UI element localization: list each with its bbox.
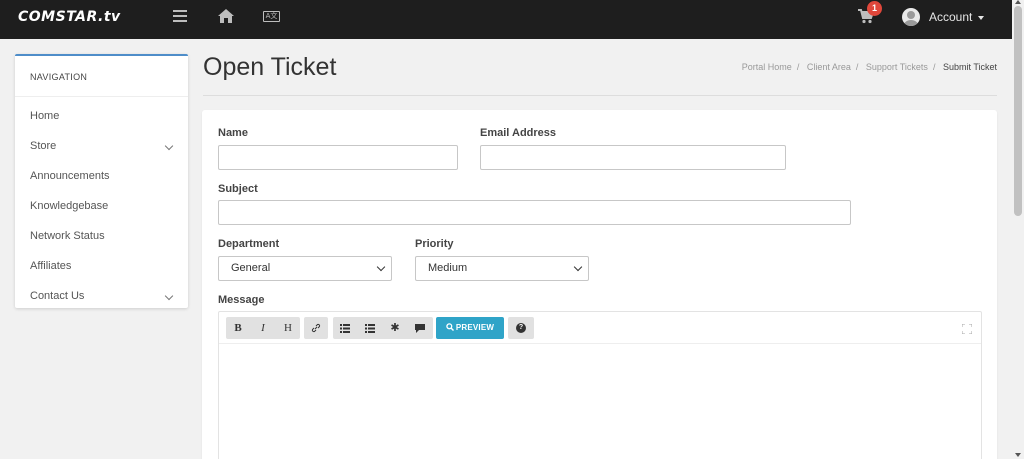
breadcrumb-submit-ticket: Submit Ticket xyxy=(942,62,997,72)
priority-select[interactable]: Medium xyxy=(415,256,589,281)
priority-label: Priority xyxy=(415,238,454,250)
sidebar-item-announcements[interactable]: Announcements xyxy=(15,161,188,191)
quote-button[interactable] xyxy=(408,317,432,339)
sidebar-item-label: Network Status xyxy=(30,230,105,242)
code-button[interactable]: ✱ xyxy=(383,317,407,339)
priority-value: Medium xyxy=(428,262,468,274)
sidebar-title: NAVIGATION xyxy=(15,56,188,97)
sidebar-item-label: Announcements xyxy=(30,170,110,182)
email-input[interactable] xyxy=(480,145,786,170)
preview-label: PREVIEW xyxy=(455,323,495,332)
link-button-group xyxy=(304,317,328,339)
link-icon xyxy=(311,323,321,333)
scroll-up-arrow-icon[interactable] xyxy=(1015,0,1021,4)
top-navbar: COMSTAR.tv A文 1 Account xyxy=(0,0,1024,39)
italic-button[interactable]: I xyxy=(251,317,275,339)
subject-input[interactable] xyxy=(218,200,851,225)
sidebar-item-label: Home xyxy=(30,110,60,122)
department-value: General xyxy=(231,262,271,274)
preview-button[interactable]: PREVIEW xyxy=(436,317,504,339)
link-button[interactable] xyxy=(304,317,328,339)
sidebar-item-affiliates[interactable]: Affiliates xyxy=(15,251,188,281)
sidebar-item-store[interactable]: Store xyxy=(15,131,188,161)
sidebar-item-label: Knowledgebase xyxy=(30,200,109,212)
page-scrollbar[interactable] xyxy=(1012,0,1024,459)
page-title: Open Ticket xyxy=(203,53,337,81)
ordered-list-button[interactable] xyxy=(358,317,382,339)
editor-toolbar: B I H ✱ PREVIEW ? xyxy=(219,312,981,344)
breadcrumb-support-tickets[interactable]: Support Tickets xyxy=(866,62,928,72)
message-label: Message xyxy=(218,294,265,306)
chevron-down-icon xyxy=(573,262,583,272)
sidebar-item-label: Store xyxy=(30,140,57,152)
subject-label: Subject xyxy=(218,183,258,195)
unordered-list-button[interactable] xyxy=(333,317,357,339)
breadcrumb-portal-home[interactable]: Portal Home xyxy=(742,62,792,72)
question-circle-icon: ? xyxy=(516,323,526,333)
sidebar-navigation: NAVIGATION Home Store Announcements Know… xyxy=(15,54,188,308)
sidebar-item-label: Affiliates xyxy=(30,260,72,272)
fullscreen-icon[interactable] xyxy=(961,321,973,335)
chevron-down-icon xyxy=(164,141,174,151)
department-label: Department xyxy=(218,238,280,250)
chevron-down-icon xyxy=(164,291,174,301)
list-ul-icon xyxy=(340,324,350,333)
department-select[interactable]: General xyxy=(218,256,392,281)
account-label: Account xyxy=(929,10,973,24)
title-divider xyxy=(203,95,997,96)
menu-icon[interactable] xyxy=(173,10,187,24)
list-ol-icon xyxy=(365,324,375,333)
scrollbar-thumb[interactable] xyxy=(1014,6,1022,216)
message-editor[interactable]: B I H ✱ PREVIEW ? xyxy=(218,311,982,459)
breadcrumb-client-area[interactable]: Client Area xyxy=(807,62,851,72)
sidebar-item-label: Contact Us xyxy=(30,290,85,302)
bold-button[interactable]: B xyxy=(226,317,250,339)
avatar-icon[interactable] xyxy=(902,8,920,26)
comment-icon xyxy=(415,324,425,333)
logo[interactable]: COMSTAR.tv xyxy=(18,9,121,25)
cart-count-badge: 1 xyxy=(867,1,882,16)
name-label: Name xyxy=(218,127,248,139)
email-label: Email Address xyxy=(480,127,557,139)
asterisk-icon: ✱ xyxy=(390,322,400,334)
sidebar-item-network-status[interactable]: Network Status xyxy=(15,221,188,251)
search-icon xyxy=(446,323,454,331)
sidebar-item-contact-us[interactable]: Contact Us xyxy=(15,281,188,311)
home-icon[interactable] xyxy=(217,8,235,24)
editor-text-area[interactable] xyxy=(219,345,981,459)
caret-down-icon xyxy=(978,15,985,20)
help-button[interactable]: ? xyxy=(508,317,534,339)
sidebar-item-home[interactable]: Home xyxy=(15,101,188,131)
sidebar-item-knowledgebase[interactable]: Knowledgebase xyxy=(15,191,188,221)
name-input[interactable] xyxy=(218,145,458,170)
account-menu[interactable]: Account xyxy=(929,10,985,24)
format-button-group: B I H xyxy=(226,317,300,339)
block-button-group: ✱ xyxy=(333,317,433,339)
scroll-down-arrow-icon[interactable] xyxy=(1015,453,1021,457)
breadcrumb: Portal Home / Client Area / Support Ticket… xyxy=(741,62,997,72)
heading-button[interactable]: H xyxy=(276,317,300,339)
language-icon[interactable]: A文 xyxy=(263,11,280,22)
chevron-down-icon xyxy=(376,262,386,272)
